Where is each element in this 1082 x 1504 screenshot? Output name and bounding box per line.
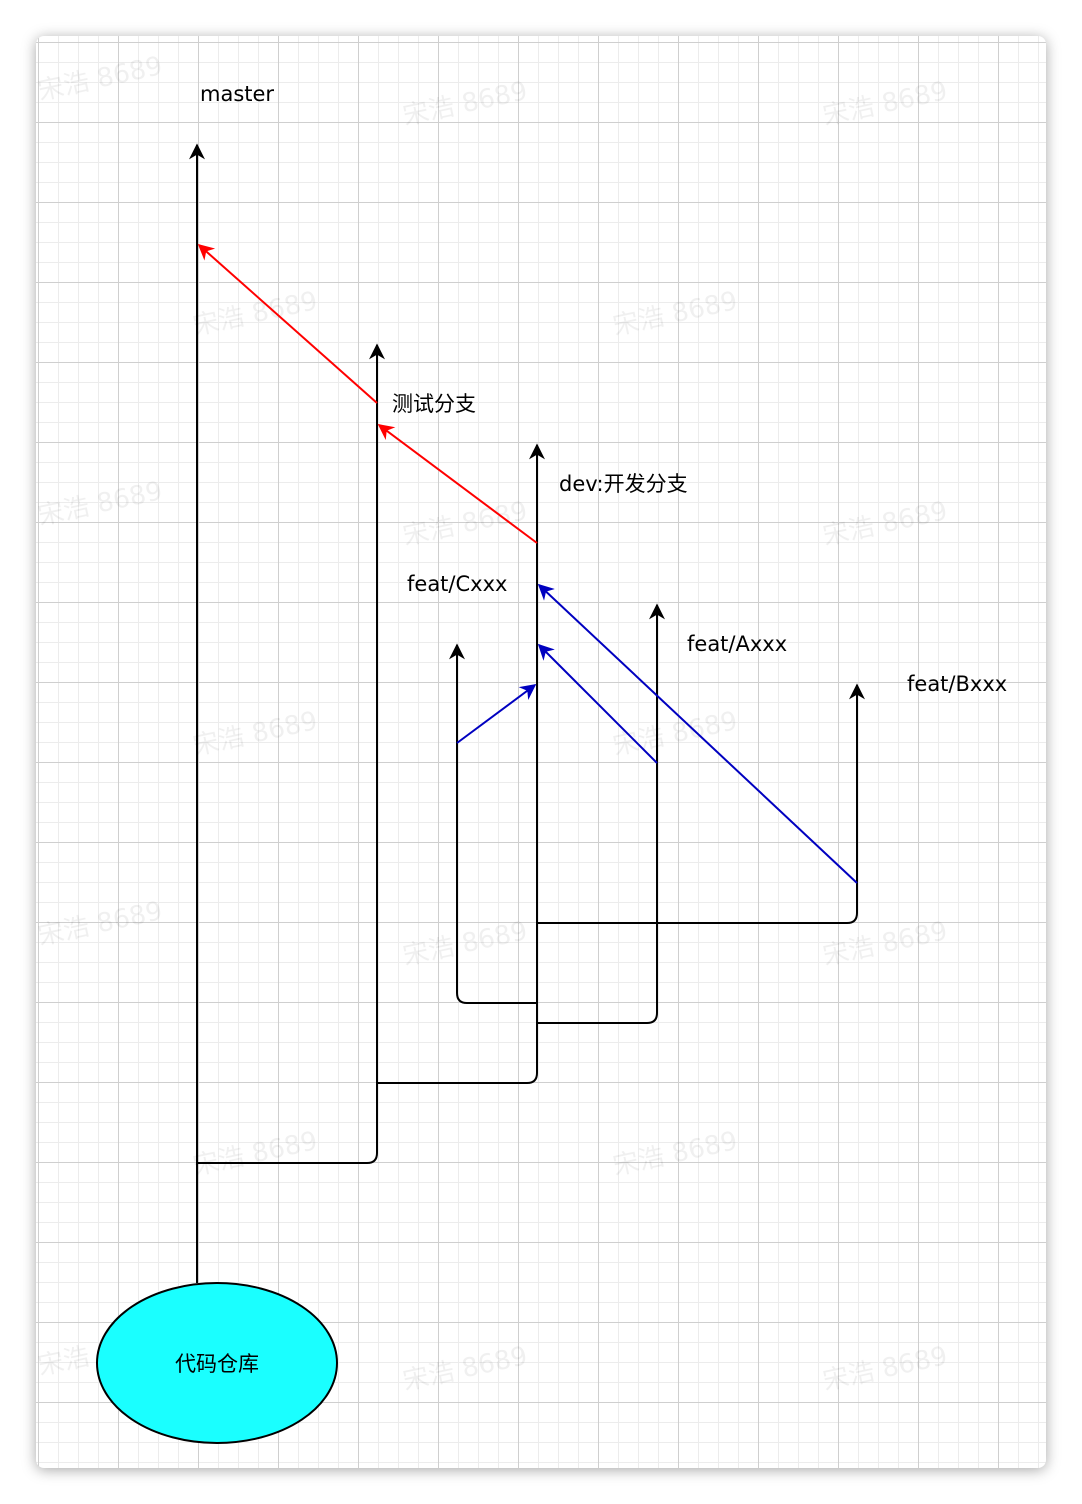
branch-diagram: 宋浩 8689 宋浩 8689 宋浩 8689 宋浩 8689 宋浩 8689 … — [35, 51, 1007, 1444]
feat-b-label: feat/Bxxx — [907, 672, 1007, 696]
watermark-layer: 宋浩 8689 宋浩 8689 宋浩 8689 宋浩 8689 宋浩 8689 … — [35, 51, 950, 1397]
watermark: 宋浩 8689 — [610, 706, 740, 762]
test-branch-label: 测试分支 — [392, 392, 476, 416]
watermark: 宋浩 8689 — [35, 51, 165, 107]
watermark: 宋浩 8689 — [400, 76, 530, 132]
feat-a-label: feat/Axxx — [687, 632, 787, 656]
repo-label: 代码仓库 — [175, 1352, 259, 1376]
watermark: 宋浩 8689 — [400, 916, 530, 972]
watermark: 宋浩 8689 — [190, 706, 320, 762]
merge-feat-c-to-dev-arrow — [456, 684, 537, 744]
page: 宋浩 8689 宋浩 8689 宋浩 8689 宋浩 8689 宋浩 8689 … — [0, 0, 1082, 1504]
feat-c-label: feat/Cxxx — [407, 572, 507, 596]
feat-a-branch-line — [537, 603, 665, 1024]
merge-feat-b-to-dev-arrow — [537, 583, 858, 884]
watermark: 宋浩 8689 — [820, 76, 950, 132]
watermark: 宋浩 8689 — [610, 1126, 740, 1182]
watermark: 宋浩 8689 — [35, 896, 165, 952]
watermark: 宋浩 8689 — [400, 1341, 530, 1397]
watermark: 宋浩 8689 — [610, 286, 740, 342]
watermark: 宋浩 8689 — [190, 1126, 320, 1182]
watermark: 宋浩 8689 — [820, 496, 950, 552]
watermark: 宋浩 8689 — [35, 476, 165, 532]
watermark: 宋浩 8689 — [820, 916, 950, 972]
dev-branch-label: dev:开发分支 — [559, 472, 688, 496]
watermark: 宋浩 8689 — [820, 1341, 950, 1397]
master-label: master — [200, 82, 274, 106]
merge-feat-a-to-dev-arrow — [537, 643, 658, 764]
repo-node: 代码仓库 — [96, 1282, 338, 1444]
